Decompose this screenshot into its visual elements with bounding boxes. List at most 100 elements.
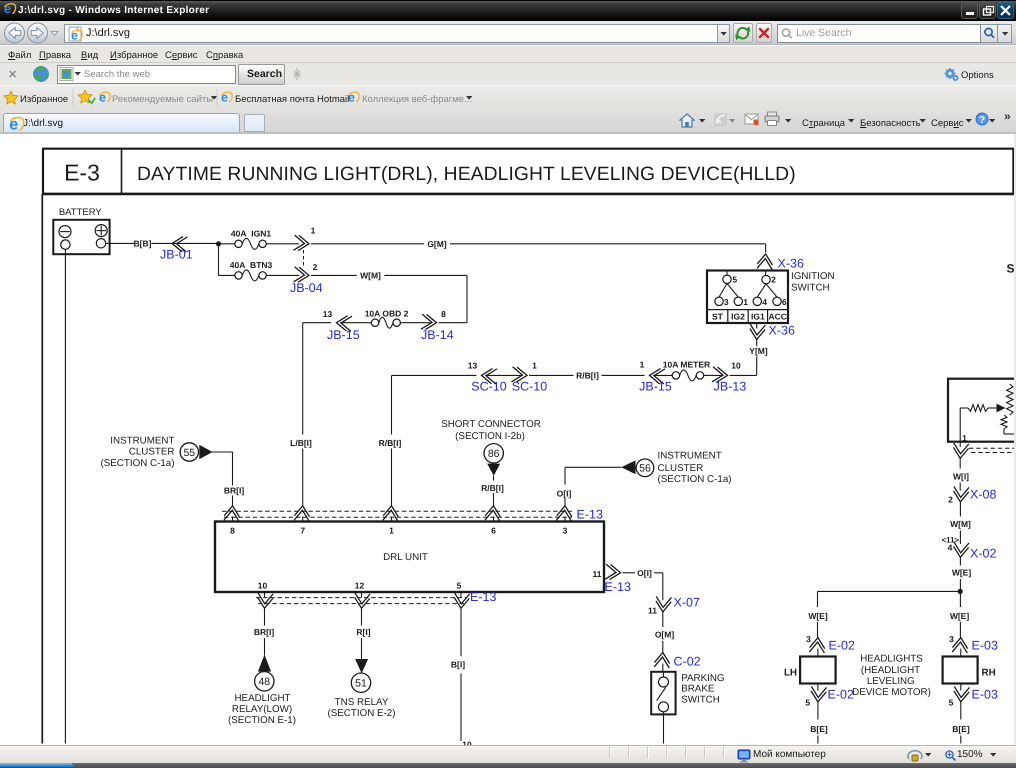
- svg-text:PARKING: PARKING: [681, 673, 724, 684]
- svg-text:56: 56: [639, 463, 651, 475]
- svg-text:1: 1: [743, 297, 748, 307]
- svg-text:SC-10: SC-10: [471, 380, 506, 394]
- svg-text:CLUSTER: CLUSTER: [658, 463, 704, 474]
- svg-text:O[I]: O[I]: [637, 568, 652, 578]
- svg-text:DRL UNIT: DRL UNIT: [383, 552, 428, 563]
- svg-text:O[M]: O[M]: [655, 629, 675, 639]
- svg-text:B[E]: B[E]: [810, 724, 828, 734]
- svg-text:(SECTION C-1a): (SECTION C-1a): [100, 458, 174, 469]
- svg-text:W[E]: W[E]: [950, 611, 970, 621]
- svg-text:W[E]: W[E]: [808, 611, 828, 621]
- svg-text:E-13: E-13: [577, 508, 603, 522]
- svg-text:INSTRUMENT: INSTRUMENT: [658, 450, 722, 461]
- svg-text:BATTERY: BATTERY: [59, 207, 103, 218]
- svg-text:E-02: E-02: [828, 687, 854, 701]
- svg-text:L/B[I]: L/B[I]: [290, 438, 312, 448]
- svg-text:55: 55: [183, 447, 195, 459]
- svg-text:LEVELING: LEVELING: [867, 676, 915, 687]
- svg-text:4: 4: [948, 542, 953, 552]
- svg-text:HEADLIGHT: HEADLIGHT: [234, 693, 290, 704]
- svg-text:1: 1: [389, 526, 394, 536]
- svg-text:INSTRUMENT: INSTRUMENT: [110, 435, 174, 446]
- svg-text:2: 2: [948, 494, 953, 504]
- svg-text:1: 1: [311, 226, 316, 236]
- svg-text:8: 8: [230, 526, 235, 536]
- svg-text:W[M]: W[M]: [360, 271, 381, 281]
- svg-text:G[M]: G[M]: [427, 239, 447, 249]
- svg-text:HEADLIGHTS: HEADLIGHTS: [860, 654, 923, 665]
- svg-text:6: 6: [782, 297, 787, 307]
- svg-text:BR[I]: BR[I]: [254, 627, 274, 637]
- svg-text:DEVICE MOTOR): DEVICE MOTOR): [852, 687, 931, 698]
- svg-text:13: 13: [468, 361, 478, 371]
- svg-text:X-36: X-36: [769, 324, 795, 338]
- svg-text:(HEADLIGHT: (HEADLIGHT: [861, 665, 920, 676]
- svg-text:B[I]: B[I]: [451, 659, 465, 669]
- svg-text:2: 2: [313, 262, 318, 272]
- svg-text:ST: ST: [712, 312, 724, 322]
- svg-text:4: 4: [762, 297, 767, 307]
- svg-text:IGNITION: IGNITION: [791, 271, 835, 282]
- svg-text:X-36: X-36: [778, 257, 804, 271]
- svg-text:X-02: X-02: [970, 546, 996, 560]
- svg-text:R[I]: R[I]: [356, 627, 370, 637]
- svg-text:5: 5: [949, 697, 954, 707]
- svg-text:7: 7: [300, 526, 305, 536]
- svg-text:E-13: E-13: [470, 590, 496, 604]
- svg-text:5: 5: [732, 275, 737, 285]
- svg-text:JB-14: JB-14: [421, 328, 454, 342]
- svg-text:(SECTION C-1a): (SECTION C-1a): [658, 474, 732, 485]
- svg-text:R/B[I]: R/B[I]: [481, 483, 504, 493]
- svg-text:BRAKE: BRAKE: [681, 684, 715, 695]
- svg-text:1: 1: [962, 433, 967, 443]
- svg-text:RELAY(LOW): RELAY(LOW): [232, 704, 292, 715]
- svg-text:R/B[I]: R/B[I]: [576, 371, 599, 381]
- svg-text:ACC: ACC: [768, 312, 786, 322]
- svg-text:W[E]: W[E]: [952, 568, 972, 578]
- svg-text:?: ?: [979, 115, 985, 126]
- svg-text:10A OBD 2: 10A OBD 2: [365, 309, 409, 319]
- svg-text:3: 3: [563, 526, 568, 536]
- svg-text:2: 2: [771, 275, 776, 285]
- svg-text:11: 11: [593, 569, 602, 579]
- svg-text:6: 6: [491, 526, 496, 536]
- svg-text:1: 1: [532, 361, 537, 371]
- svg-text:1: 1: [640, 360, 645, 370]
- svg-text:E-02: E-02: [829, 639, 855, 653]
- svg-text:W[M]: W[M]: [950, 519, 971, 529]
- svg-text:51: 51: [355, 678, 367, 690]
- svg-text:10: 10: [731, 361, 741, 371]
- svg-text:LH: LH: [784, 667, 797, 678]
- svg-text:»: »: [1004, 109, 1011, 123]
- svg-text:E-13: E-13: [605, 580, 631, 594]
- svg-text:R/B[I]: R/B[I]: [379, 438, 402, 448]
- svg-text:3: 3: [806, 634, 811, 644]
- svg-text:SWITCH: SWITCH: [681, 694, 720, 705]
- svg-text:IG2: IG2: [731, 312, 745, 322]
- svg-text:10: 10: [258, 581, 268, 591]
- svg-text:W[I]: W[I]: [953, 471, 969, 481]
- svg-text:TNS RELAY: TNS RELAY: [335, 697, 389, 708]
- svg-text:SC-10: SC-10: [512, 380, 547, 394]
- svg-text:11: 11: [648, 605, 657, 615]
- svg-text:(SECTION I-2b): (SECTION I-2b): [455, 431, 525, 442]
- svg-text:E-3: E-3: [64, 160, 100, 186]
- svg-text:13: 13: [323, 309, 333, 319]
- svg-text:JB-13: JB-13: [714, 380, 747, 394]
- svg-text:86: 86: [488, 448, 500, 460]
- svg-text:RH: RH: [982, 667, 996, 678]
- svg-text:5: 5: [457, 581, 462, 591]
- svg-text:X-07: X-07: [674, 596, 700, 610]
- svg-text:B[B]: B[B]: [134, 239, 152, 249]
- svg-text:(SECTION E-2): (SECTION E-2): [327, 708, 395, 719]
- svg-text:DAYTIME RUNNING LIGHT(DRL), HE: DAYTIME RUNNING LIGHT(DRL), HEADLIGHT LE…: [137, 164, 796, 185]
- svg-text:C-02: C-02: [674, 655, 701, 669]
- svg-text:10A METER: 10A METER: [663, 359, 710, 369]
- svg-text:40A IGN1: 40A IGN1: [231, 229, 271, 239]
- svg-text:SWITCH: SWITCH: [791, 282, 830, 293]
- svg-text:X-08: X-08: [970, 487, 996, 501]
- svg-text:Y[M]: Y[M]: [749, 346, 768, 356]
- svg-text:(SECTION E-1): (SECTION E-1): [228, 715, 296, 726]
- svg-text:E-03: E-03: [972, 639, 998, 653]
- svg-text:8: 8: [441, 309, 446, 319]
